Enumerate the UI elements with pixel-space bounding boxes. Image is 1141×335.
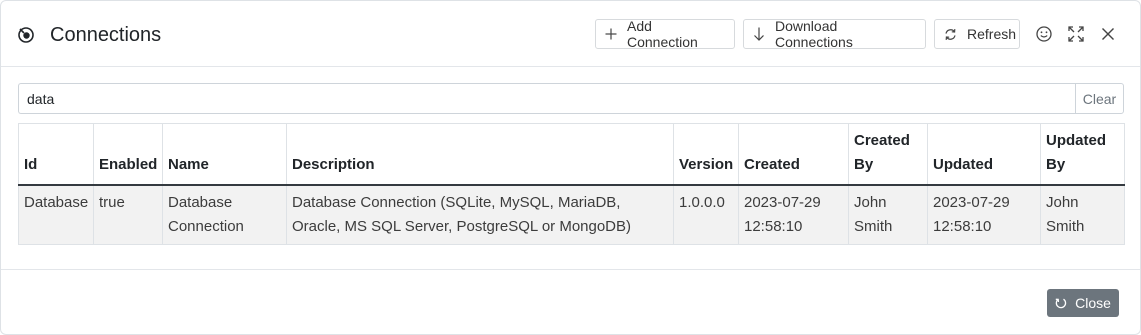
column-header-created-by[interactable]: Created By [848, 123, 928, 186]
smiley-icon[interactable] [1035, 25, 1053, 43]
column-header-updated[interactable]: Updated [927, 123, 1041, 186]
cell-updated: 2023-07-29 12:58:10 [927, 185, 1041, 245]
add-connection-label: Add Connection [627, 18, 698, 50]
connections-dialog: Connections Add Connection Download Conn… [0, 0, 1141, 335]
cell-id: Database [18, 185, 94, 245]
search-input[interactable] [18, 83, 1075, 114]
close-icon[interactable] [1099, 25, 1117, 43]
cell-description: Database Connection (SQLite, MySQL, Mari… [286, 185, 674, 245]
table-header-row: Id Enabled Name Description Version Crea… [18, 123, 1125, 186]
cell-created: 2023-07-29 12:58:10 [738, 185, 849, 245]
dialog-header: Connections Add Connection Download Conn… [1, 1, 1140, 67]
plus-icon [605, 28, 617, 40]
download-connections-button[interactable]: Download Connections [743, 18, 926, 50]
column-header-updated-by[interactable]: Updated By [1040, 123, 1125, 186]
add-connection-button[interactable]: Add Connection [595, 18, 735, 50]
cell-name: Database Connection [162, 185, 287, 245]
expand-icon[interactable] [1067, 25, 1085, 43]
column-header-enabled[interactable]: Enabled [93, 123, 163, 186]
download-connections-label: Download Connections [775, 18, 853, 50]
close-label: Close [1075, 295, 1111, 311]
table-row[interactable]: Database true Database Connection Databa… [18, 185, 1125, 245]
dialog-title: Connections [50, 24, 162, 46]
cell-version: 1.0.0.0 [673, 185, 739, 245]
refresh-button[interactable]: Refresh [934, 19, 1020, 49]
undo-icon [1055, 298, 1067, 309]
connections-table: Id Enabled Name Description Version Crea… [18, 123, 1125, 245]
column-header-description[interactable]: Description [286, 123, 674, 186]
column-header-id[interactable]: Id [18, 123, 94, 186]
clear-button[interactable]: Clear [1075, 83, 1124, 114]
refresh-label: Refresh [967, 26, 1017, 42]
footer-divider [1, 269, 1140, 270]
column-header-version[interactable]: Version [673, 123, 739, 186]
arrow-down-icon [754, 27, 764, 41]
column-header-name[interactable]: Name [162, 123, 287, 186]
plug-icon [18, 27, 34, 43]
close-button[interactable]: Close [1047, 289, 1119, 317]
cell-created-by: John Smith [848, 185, 928, 245]
refresh-icon [945, 28, 956, 40]
column-header-created[interactable]: Created [738, 123, 849, 186]
cell-updated-by: John Smith [1040, 185, 1125, 245]
cell-enabled: true [93, 185, 163, 245]
